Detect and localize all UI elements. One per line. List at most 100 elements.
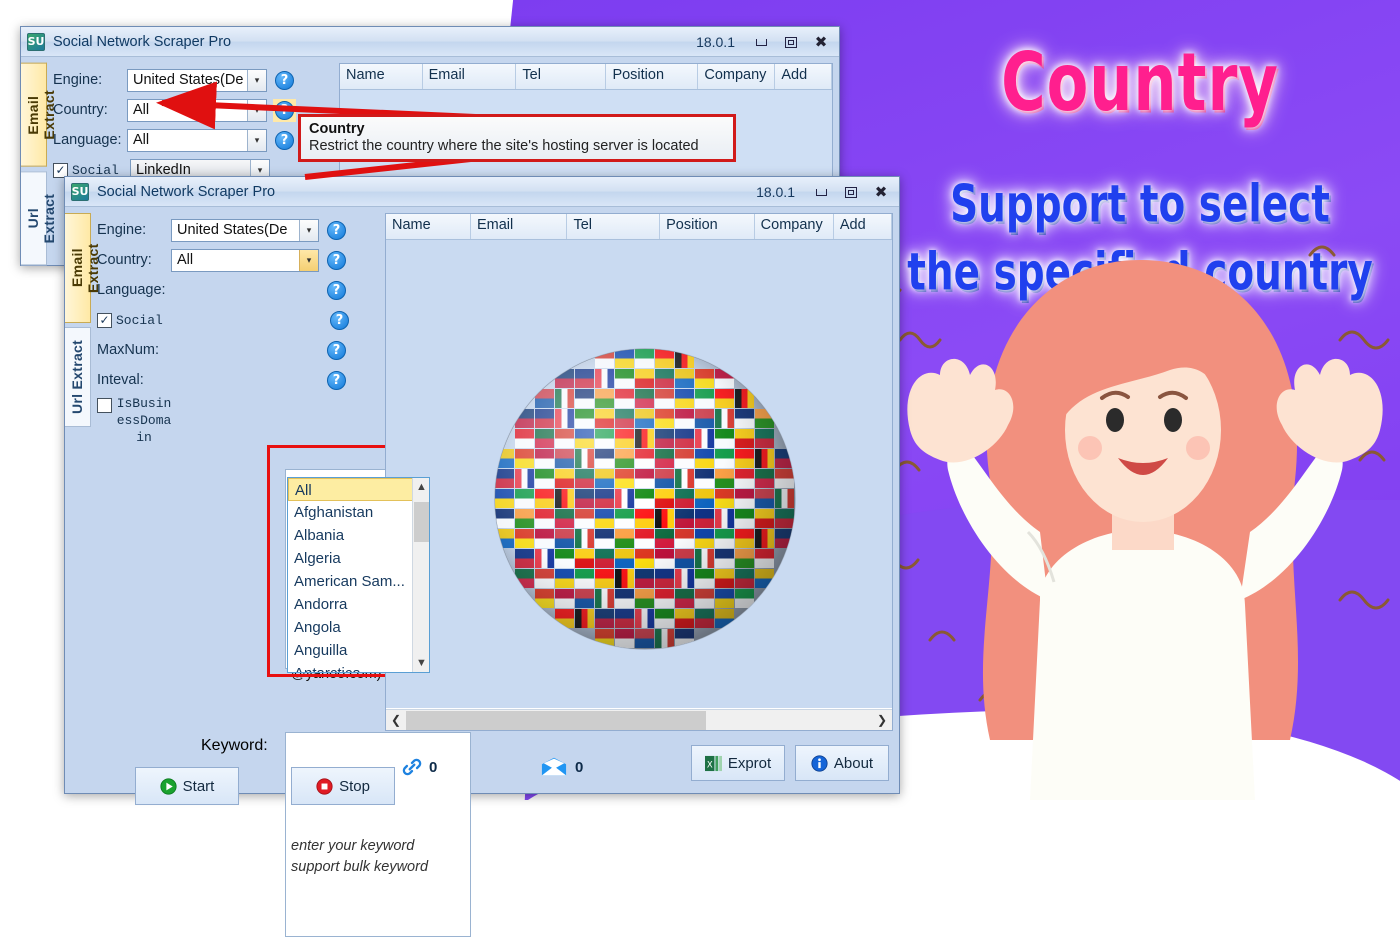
maximize-button-back[interactable] [777, 32, 805, 52]
chevron-down-icon[interactable]: ▾ [299, 219, 318, 241]
inteval-label: Inteval: [97, 372, 144, 388]
window-body: Email Extract Url Extract Engine: United… [65, 207, 899, 937]
stop-button[interactable]: Stop [291, 767, 395, 805]
dropdown-item-all[interactable]: All [288, 478, 429, 501]
window-controls[interactable]: 18.0.1 ✖ [756, 177, 895, 207]
chevron-up-icon[interactable]: ▲ [413, 478, 430, 496]
tooltip-title: Country [309, 121, 365, 137]
window-titlebar[interactable]: SU Social Network Scraper Pro 18.0.1 ✖ [65, 177, 899, 207]
table-column-tel[interactable]: Tel [567, 214, 661, 239]
isbusinessdomain-label: IsBusinessDomain [116, 396, 172, 445]
minimize-button-back[interactable] [747, 32, 775, 52]
language-label-back: Language: [53, 132, 122, 148]
stop-button-label: Stop [339, 777, 370, 795]
info-icon [811, 754, 828, 772]
chevron-right-icon[interactable]: ❯ [872, 713, 892, 727]
play-icon [160, 777, 177, 795]
close-button[interactable]: ✖ [867, 182, 895, 202]
help-icon-country[interactable]: ? [327, 250, 346, 270]
maximize-button[interactable] [837, 182, 865, 202]
window-titlebar-back[interactable]: SU Social Network Scraper Pro 18.0.1 ✖ [21, 27, 839, 57]
help-icon-maxnum[interactable]: ? [327, 340, 346, 360]
dropdown-item-american-samoa[interactable]: American Sam... [288, 570, 429, 593]
isbusinessdomain-checkbox[interactable] [97, 398, 112, 413]
country-label-back: Country: [53, 102, 108, 118]
window-controls-back[interactable]: 18.0.1 ✖ [696, 27, 835, 57]
version-label: 18.0.1 [756, 184, 795, 200]
main-application-window[interactable]: SU Social Network Scraper Pro 18.0.1 ✖ E… [64, 176, 900, 937]
world-flags-globe [495, 349, 795, 649]
window-title-back: Social Network Scraper Pro [53, 33, 232, 50]
close-button-back[interactable]: ✖ [807, 32, 835, 52]
country-combo[interactable]: All ▾ [171, 248, 319, 272]
engine-label-back: Engine: [53, 72, 103, 88]
about-button[interactable]: About [795, 745, 889, 781]
table-column-add-back[interactable]: Add [775, 64, 832, 89]
dropdown-item-andorra[interactable]: Andorra [288, 593, 429, 616]
results-panel: Name Email Tel Position Company Add ❮ ❯ [383, 207, 899, 793]
mail-icon [541, 757, 567, 776]
globe-shading [495, 349, 795, 649]
help-icon-inteval[interactable]: ? [327, 370, 346, 390]
country-tooltip: Country Restrict the country where the s… [298, 114, 736, 162]
keyword-placeholder-line-2: support bulk keyword [291, 859, 429, 875]
mail-count-value: 0 [575, 758, 584, 776]
language-row: Language: All ▾ ? [97, 275, 377, 305]
dropdown-item-anguilla[interactable]: Anguilla [288, 639, 429, 662]
chevron-down-icon[interactable]: ▼ [413, 654, 430, 672]
start-button-label: Start [182, 777, 215, 795]
table-column-email[interactable]: Email [471, 214, 568, 239]
stop-icon [316, 777, 333, 795]
help-icon-social[interactable]: ? [330, 310, 349, 330]
table-column-company[interactable]: Company [755, 214, 834, 239]
maxnum-label: MaxNum: [97, 342, 160, 358]
link-count-value: 0 [429, 758, 438, 776]
version-label-back: 18.0.1 [696, 34, 735, 50]
config-panel: Engine: United States(De ▾ ? Country: Al… [91, 207, 471, 937]
inteval-row: Inteval: ? [97, 365, 377, 395]
help-icon-engine[interactable]: ? [327, 220, 346, 240]
link-count-status: 0 [401, 757, 437, 777]
scroll-thumb[interactable] [406, 710, 706, 730]
link-icon [402, 758, 422, 776]
keyword-placeholder-line-1: enter your keyword [291, 838, 415, 854]
dropdown-item-afghanistan[interactable]: Afghanistan [288, 501, 429, 524]
country-value: All [177, 252, 194, 268]
dropdown-scroll-thumb[interactable] [414, 502, 429, 542]
social-label: Social [116, 312, 163, 328]
engine-value: United States(De [177, 222, 288, 238]
dropdown-item-antarctica[interactable]: Antarctica [288, 662, 429, 672]
dropdown-scrollbar[interactable]: ▲ ▼ [412, 478, 429, 672]
export-button-label: Exprot [727, 754, 772, 772]
horizontal-scrollbar[interactable]: ❮ ❯ [386, 709, 892, 730]
export-button[interactable]: X Exprot [691, 745, 785, 781]
social-row: ✓ Social LinkedIn ▾ ? [97, 305, 377, 335]
country-row: Country: All ▾ ? [97, 245, 377, 275]
engine-label: Engine: [97, 222, 147, 238]
table-column-add[interactable]: Add [834, 214, 892, 239]
help-icon-language[interactable]: ? [327, 280, 346, 300]
minimize-button[interactable] [807, 182, 835, 202]
app-logo-icon: SU [71, 182, 89, 201]
maxnum-row: MaxNum: ? [97, 335, 377, 365]
dropdown-item-angola[interactable]: Angola [288, 616, 429, 639]
table-column-name[interactable]: Name [386, 214, 471, 239]
engine-combo[interactable]: United States(De ▾ [171, 218, 319, 242]
dropdown-item-albania[interactable]: Albania [288, 524, 429, 547]
vertical-tabs[interactable]: Email Extract Url Extract [65, 207, 101, 793]
sidebar-tab-email-extract[interactable]: Email Extract [65, 213, 101, 323]
window-title: Social Network Scraper Pro [97, 183, 276, 200]
country-dropdown-list[interactable]: All Afghanistan Albania Algeria American… [287, 477, 430, 673]
chevron-left-icon[interactable]: ❮ [386, 713, 406, 727]
table-column-position[interactable]: Position [660, 214, 755, 239]
sidebar-tab-url-extract-back[interactable]: Url Extract [21, 170, 57, 265]
sidebar-tab-url-extract[interactable]: Url Extract [65, 327, 91, 427]
chevron-down-icon[interactable]: ▾ [299, 249, 318, 271]
woman-illustration [907, 260, 1383, 800]
vertical-tabs-back[interactable]: Email Extract Url Extract [21, 57, 57, 265]
isbusinessdomain-row: IsBusinessDomain [97, 395, 377, 453]
sidebar-tab-email-extract-back[interactable]: Email Extract [21, 63, 57, 167]
dropdown-item-algeria[interactable]: Algeria [288, 547, 429, 570]
start-button[interactable]: Start [135, 767, 239, 805]
social-checkbox[interactable]: ✓ [97, 312, 112, 328]
